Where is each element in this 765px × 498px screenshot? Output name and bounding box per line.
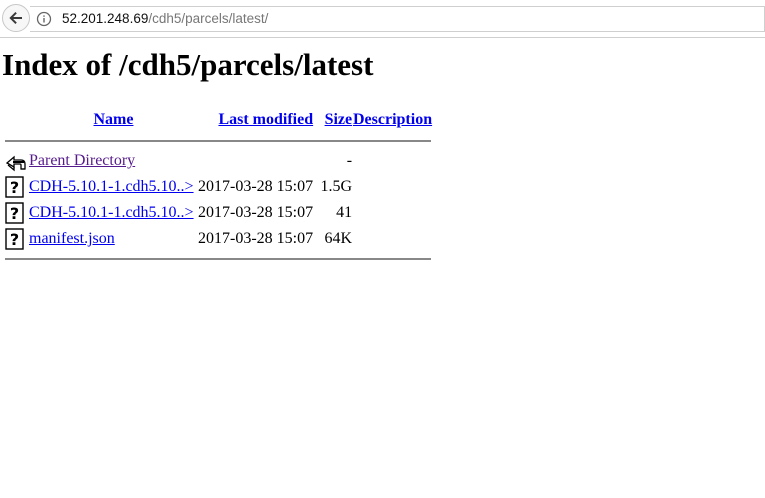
url-path: /cdh5/parcels/latest/ — [148, 11, 269, 26]
svg-text:?: ? — [10, 230, 19, 249]
table-row: Parent Directory - — [5, 148, 432, 174]
url-text[interactable]: 52.201.248.69/cdh5/parcels/latest/ — [62, 11, 268, 26]
description-cell — [352, 226, 432, 252]
unknown-file-icon: ? — [5, 228, 24, 250]
sort-by-name-link[interactable]: Name — [94, 111, 134, 128]
modified-cell: 2017-03-28 15:07 — [198, 178, 314, 195]
browser-toolbar: 52.201.248.69/cdh5/parcels/latest/ — [0, 0, 765, 38]
description-cell — [352, 174, 432, 200]
table-row: ? CDH-5.10.1-1.cdh5.10..> 2017-03-28 15:… — [5, 174, 432, 200]
directory-listing: Name Last modified Size Description Pare… — [5, 106, 432, 266]
modified-cell: 2017-03-28 15:07 — [198, 204, 314, 221]
size-cell: 41 — [336, 204, 353, 221]
back-button[interactable] — [2, 4, 30, 32]
size-cell: - — [346, 152, 353, 169]
description-cell — [352, 148, 432, 174]
sort-by-size-link[interactable]: Size — [325, 111, 353, 128]
parent-directory-link[interactable]: Parent Directory — [29, 152, 135, 169]
svg-text:?: ? — [10, 204, 19, 223]
file-link[interactable]: CDH-5.10.1-1.cdh5.10..> — [29, 204, 194, 221]
unknown-file-icon: ? — [5, 202, 24, 224]
parent-directory-icon — [5, 155, 26, 172]
size-header: Size — [313, 106, 353, 134]
table-row: ? CDH-5.10.1-1.cdh5.10..> 2017-03-28 15:… — [5, 200, 432, 226]
info-icon[interactable] — [36, 11, 52, 27]
description-cell — [352, 200, 432, 226]
header-rule-row — [5, 134, 432, 148]
modified-cell — [198, 148, 313, 174]
description-header: Description — [352, 106, 432, 134]
file-link[interactable]: manifest.json — [29, 230, 115, 247]
table-row: ? manifest.json 2017-03-28 15:07 64K — [5, 226, 432, 252]
divider — [5, 258, 431, 260]
header-row: Name Last modified Size Description — [5, 106, 433, 134]
name-header: Name — [29, 106, 198, 134]
icon-header — [5, 106, 29, 134]
file-link[interactable]: CDH-5.10.1-1.cdh5.10..> — [29, 178, 194, 195]
footer-rule-row — [5, 252, 432, 266]
unknown-file-icon: ? — [5, 176, 24, 198]
modified-cell: 2017-03-28 15:07 — [198, 230, 314, 247]
page-title: Index of /cdh5/parcels/latest — [2, 47, 374, 82]
svg-text:?: ? — [10, 178, 19, 197]
size-cell: 64K — [324, 230, 353, 247]
divider — [5, 140, 431, 142]
back-arrow-icon — [9, 12, 22, 24]
url-host: 52.201.248.69 — [62, 11, 149, 26]
size-cell: 1.5G — [320, 178, 353, 195]
sort-by-last-modified-link[interactable]: Last modified — [218, 111, 313, 128]
sort-by-description-link[interactable]: Description — [353, 111, 432, 128]
address-bar[interactable]: 52.201.248.69/cdh5/parcels/latest/ — [30, 6, 765, 32]
last-modified-header: Last modified — [198, 106, 313, 134]
